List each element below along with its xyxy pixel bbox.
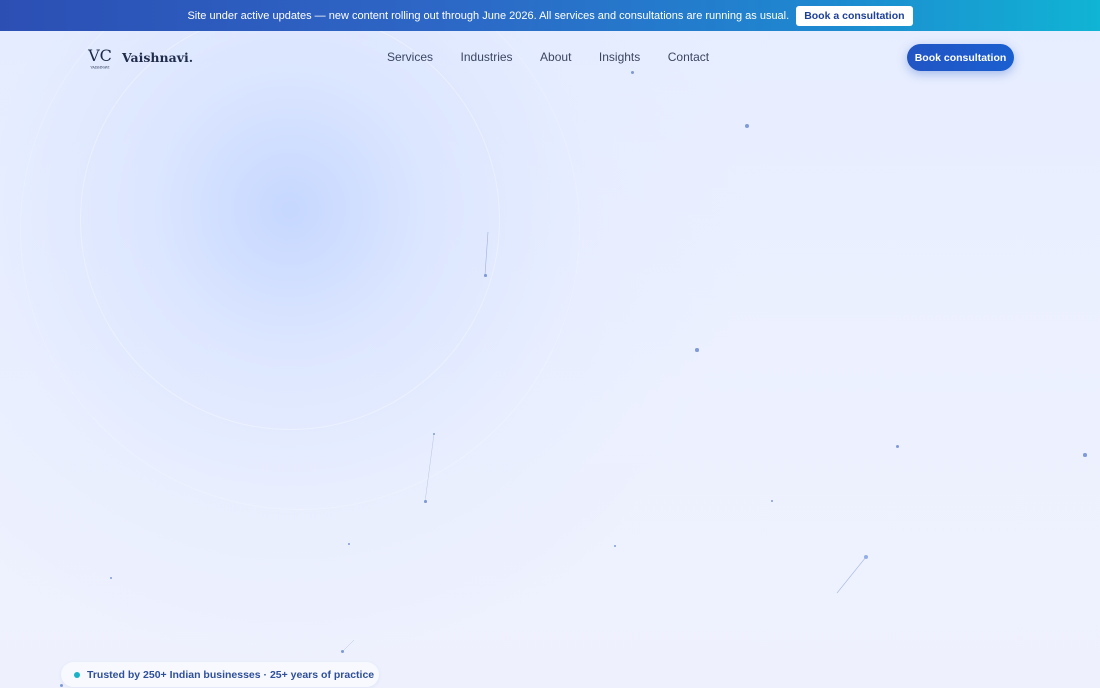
brand-name: Vaishnavi.: [122, 49, 194, 65]
particle-dot: [424, 500, 427, 503]
particle-dot: [60, 684, 63, 687]
banner-message: Site under active updates — new content …: [187, 9, 790, 22]
particle-dot: [433, 433, 435, 435]
particle-dot: [110, 577, 112, 579]
brand-logo[interactable]: VC VAISHNAVI Vaishnavi.: [86, 44, 193, 70]
particle-dot: [341, 650, 344, 653]
particle-dot: [348, 543, 350, 545]
trust-badge-text: Trusted by 250+ Indian businesses · 25+ …: [87, 668, 375, 681]
particle-dot: [614, 545, 616, 547]
particle-dot: [745, 124, 749, 128]
nav-contact[interactable]: Contact: [668, 50, 709, 64]
nav-insights[interactable]: Insights: [599, 50, 640, 64]
announcement-banner: Site under active updates — new content …: [0, 0, 1100, 31]
svg-text:VAISHNAVI: VAISHNAVI: [89, 66, 110, 70]
site-header: VC VAISHNAVI Vaishnavi. Services Industr…: [0, 31, 1100, 83]
trust-badge: Trusted by 250+ Indian businesses · 25+ …: [61, 662, 379, 687]
logo-mark-icon: VC VAISHNAVI: [87, 46, 112, 70]
particle-dot: [695, 348, 699, 352]
banner-book-consultation-button[interactable]: Book a consultation: [796, 5, 913, 26]
particle-dot: [1083, 453, 1087, 457]
main-nav: Services Industries About Insights Conta…: [387, 50, 709, 64]
nav-industries[interactable]: Industries: [461, 50, 513, 64]
status-dot-icon: [74, 671, 80, 678]
particle-dot: [771, 500, 773, 502]
book-consultation-button[interactable]: Book consultation: [907, 44, 1014, 71]
particle-dot: [896, 445, 899, 448]
nav-about[interactable]: About: [540, 50, 571, 64]
svg-text:VC: VC: [87, 46, 112, 65]
particle-dot: [864, 555, 868, 559]
particle-dot: [484, 274, 487, 277]
nav-services[interactable]: Services: [387, 50, 433, 64]
particle-network: [341, 231, 867, 653]
